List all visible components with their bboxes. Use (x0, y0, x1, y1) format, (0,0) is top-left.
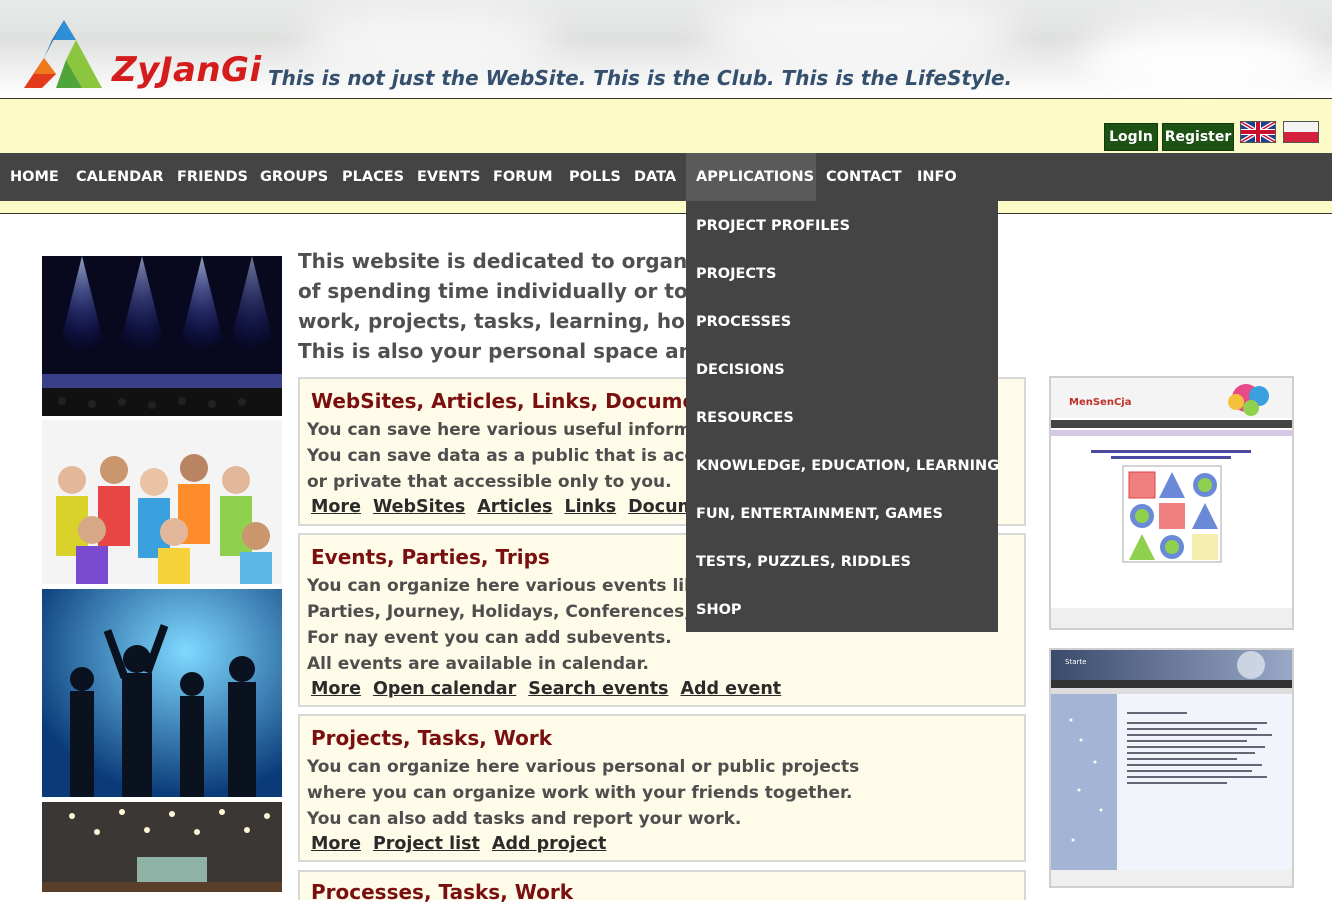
box-title: Events, Parties, Trips (311, 545, 550, 569)
processes-box: Processes, Tasks, Work (298, 870, 1026, 904)
menu-item-decisions[interactable]: DECISIONS (696, 346, 785, 394)
nav-divider (0, 213, 1332, 214)
applications-dropdown: PROJECT PROFILES PROJECTS PROCESSES DECI… (686, 201, 999, 634)
box-text: All events are available in calendar. (307, 654, 649, 674)
nav-data[interactable]: DATA (634, 153, 676, 201)
nav-contact[interactable]: CONTACT (826, 153, 902, 201)
login-button[interactable]: LogIn (1104, 123, 1158, 151)
concert-photo (42, 256, 282, 416)
main-nav: HOME CALENDAR FRIENDS GROUPS PLACES EVEN… (0, 153, 1332, 201)
box-title: Processes, Tasks, Work (311, 880, 574, 904)
box-title: WebSites, Articles, Links, Documents (311, 389, 732, 413)
thumb-title: MenSenCja (1069, 397, 1131, 408)
menu-item-knowledge[interactable]: KNOWLEDGE, EDUCATION, LEARNING (696, 442, 999, 490)
box-text: You can also add tasks and report your w… (307, 809, 742, 829)
box-text: You can organize here various events lik… (307, 576, 707, 596)
search-events-link[interactable]: Search events (528, 679, 668, 699)
projects-box: Projects, Tasks, Work You can organize h… (298, 714, 1026, 862)
nav-calendar[interactable]: CALENDAR (76, 153, 164, 201)
menu-item-fun[interactable]: FUN, ENTERTAINMENT, GAMES (696, 490, 943, 538)
zyjangi-logo-icon[interactable] (22, 18, 106, 92)
conference-photo (42, 802, 282, 892)
nav-forum[interactable]: FORUM (493, 153, 553, 201)
box-text: or private that accessible only to you. (307, 472, 672, 492)
nav-info[interactable]: INFO (917, 153, 957, 201)
box-links: More Open calendar Search events Add event (311, 679, 793, 699)
site-header: ZyJanGi This is not just the WebSite. Th… (0, 0, 1332, 98)
nav-events[interactable]: EVENTS (417, 153, 481, 201)
starte-thumbnail[interactable]: Starte (1049, 648, 1294, 888)
thumb-title: Starte (1065, 658, 1086, 666)
menu-item-project-profiles[interactable]: PROJECT PROFILES (696, 202, 850, 250)
websites-link[interactable]: WebSites (373, 497, 465, 517)
more-link[interactable]: More (311, 834, 361, 854)
dance-photo (42, 589, 282, 797)
nav-polls[interactable]: POLLS (569, 153, 621, 201)
menu-item-processes[interactable]: PROCESSES (696, 298, 791, 346)
box-text: You can save data as a public that is ac… (307, 446, 727, 466)
box-links: More Project list Add project (311, 834, 618, 854)
nav-friends[interactable]: FRIENDS (177, 153, 248, 201)
open-calendar-link[interactable]: Open calendar (373, 679, 516, 699)
nav-applications[interactable]: APPLICATIONS (686, 153, 816, 201)
menu-item-resources[interactable]: RESOURCES (696, 394, 794, 442)
box-title: Projects, Tasks, Work (311, 726, 553, 750)
box-links: More WebSites Articles Links Documen (311, 497, 732, 517)
project-list-link[interactable]: Project list (373, 834, 480, 854)
menu-item-tests[interactable]: TESTS, PUZZLES, RIDDLES (696, 538, 911, 586)
menu-item-projects[interactable]: PROJECTS (696, 250, 776, 298)
add-event-link[interactable]: Add event (680, 679, 781, 699)
nav-underline (0, 201, 1332, 213)
crowd-photo (42, 420, 282, 584)
brand-name[interactable]: ZyJanGi (112, 50, 262, 90)
nav-home[interactable]: HOME (10, 153, 59, 201)
box-text: Parties, Journey, Holidays, Conferences,… (307, 602, 720, 622)
menu-item-shop[interactable]: SHOP (696, 586, 742, 634)
articles-link[interactable]: Articles (477, 497, 552, 517)
more-link[interactable]: More (311, 497, 361, 517)
nav-groups[interactable]: GROUPS (260, 153, 328, 201)
site-tagline: This is not just the WebSite. This is th… (268, 66, 1013, 90)
more-link[interactable]: More (311, 679, 361, 699)
nav-places[interactable]: PLACES (342, 153, 404, 201)
mensencja-thumbnail[interactable]: MenSenCja (1049, 376, 1294, 630)
box-text: You can save here various useful informa… (307, 420, 711, 440)
register-button[interactable]: Register (1162, 123, 1234, 151)
links-link[interactable]: Links (564, 497, 616, 517)
box-text: For nay event you can add subevents. (307, 628, 672, 648)
box-text: where you can organize work with your fr… (307, 783, 853, 803)
polish-flag-icon[interactable] (1283, 121, 1319, 143)
english-flag-icon[interactable] (1240, 121, 1276, 143)
add-project-link[interactable]: Add project (492, 834, 606, 854)
box-text: You can organize here various personal o… (307, 757, 860, 777)
